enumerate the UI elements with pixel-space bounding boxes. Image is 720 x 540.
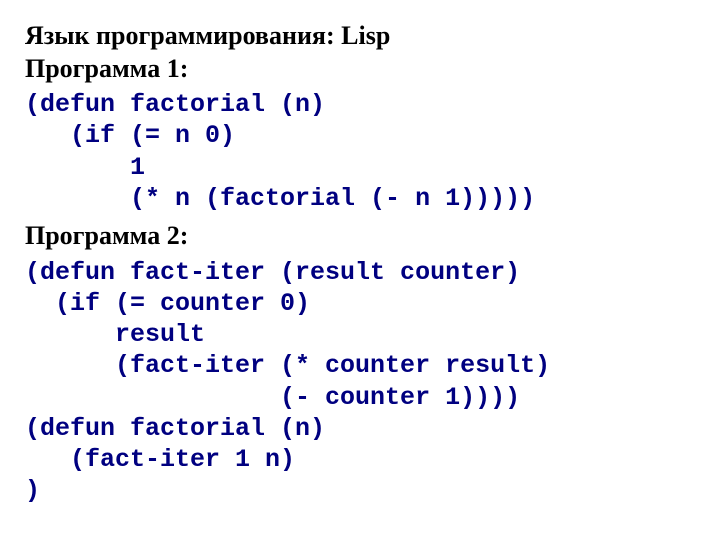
program-2-code: (defun fact-iter (result counter) (if (=… [25,257,695,507]
program-2-heading: Программа 2: [25,220,695,253]
program-1-code: (defun factorial (n) (if (= n 0) 1 (* n … [25,89,695,214]
program-1-heading: Программа 1: [25,53,695,86]
language-heading: Язык программирования: Lisp [25,20,695,53]
